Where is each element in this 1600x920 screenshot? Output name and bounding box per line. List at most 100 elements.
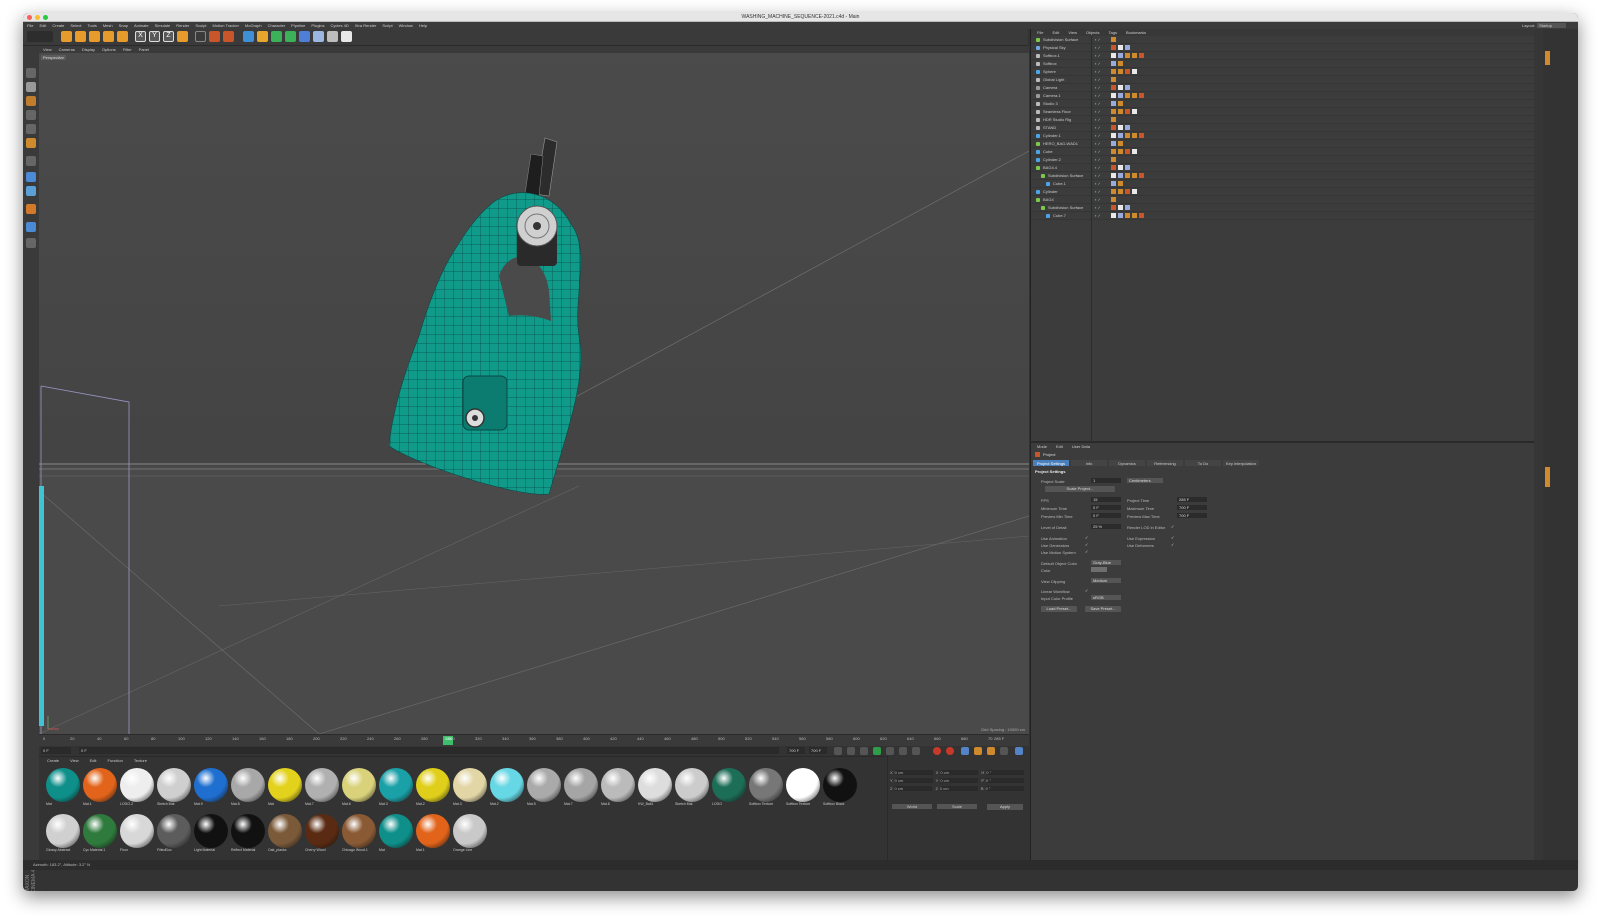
object-tag-icon[interactable]	[1118, 165, 1123, 170]
object-tag-icon[interactable]	[1125, 205, 1130, 210]
render-lod-checkbox[interactable]: ✓	[1171, 524, 1174, 529]
material-swatch[interactable]: LOGO	[711, 767, 747, 808]
object-tag-icon[interactable]	[1118, 85, 1123, 90]
lod-field[interactable]: 25 %	[1091, 524, 1121, 529]
coord-size-select[interactable]: Scale	[937, 804, 977, 810]
object-tag-icon[interactable]	[1111, 109, 1116, 114]
object-tag-icon[interactable]	[1125, 53, 1130, 58]
coord-field[interactable]: 0 cm	[939, 786, 978, 792]
visibility-flags-icon[interactable]: ▪ ✓	[1095, 37, 1101, 42]
object-tag-icon[interactable]	[1118, 205, 1123, 210]
object-tag-icon[interactable]	[1118, 149, 1123, 154]
objects-tab[interactable]	[1545, 51, 1550, 65]
object-tag-icon[interactable]	[1125, 173, 1130, 178]
coord-mode-select[interactable]: World	[892, 804, 932, 810]
material-menu-function[interactable]: Function	[108, 758, 123, 763]
next-key-icon[interactable]	[899, 747, 907, 755]
material-swatch[interactable]: Cyc Material.1	[82, 813, 118, 854]
material-menu-edit[interactable]: Edit	[90, 758, 97, 763]
material-swatch[interactable]: Mat	[45, 767, 81, 808]
material-swatch[interactable]: Chicago Wood.1	[341, 813, 377, 854]
object-tag-icon[interactable]	[1111, 197, 1116, 202]
solo-icon[interactable]	[26, 222, 36, 232]
object-tag-icon[interactable]	[1125, 149, 1130, 154]
object-tag-icon[interactable]	[1132, 69, 1137, 74]
object-row[interactable]: Camera ▪ ✓	[1031, 84, 1535, 92]
object-row[interactable]: Camera.1 ▪ ✓	[1031, 92, 1535, 100]
units-select[interactable]: Centimeters	[1127, 478, 1163, 483]
fps-field[interactable]: 15	[1091, 497, 1121, 502]
object-row[interactable]: Sphere ▪ ✓	[1031, 68, 1535, 76]
object-row[interactable]: Softbox.1 ▪ ✓	[1031, 52, 1535, 60]
object-tag-icon[interactable]	[1111, 77, 1116, 82]
material-swatch[interactable]: Mat.9	[193, 767, 229, 808]
object-row[interactable]: Cylinder.1 ▪ ✓	[1031, 132, 1535, 140]
material-swatch[interactable]: Softbox Texture	[785, 767, 821, 808]
coordinate-system-icon[interactable]	[177, 31, 188, 42]
end-frame-field[interactable]: 700 F	[787, 747, 805, 754]
next-frame-icon[interactable]	[886, 747, 894, 755]
object-tag-icon[interactable]	[1118, 213, 1123, 218]
object-menu-bookmarks[interactable]: Bookmarks	[1126, 30, 1146, 35]
object-tag-icon[interactable]	[1139, 93, 1144, 98]
menu-item-file[interactable]: File	[27, 23, 33, 28]
coord-field[interactable]: 0 °	[986, 770, 1025, 776]
object-tag-icon[interactable]	[1118, 125, 1123, 130]
polygons-mode-icon[interactable]	[26, 138, 36, 148]
3d-viewport[interactable]: View Cameras Display Options Filter Panel Per…	[39, 46, 1029, 734]
menu-item-script[interactable]: Script	[382, 23, 392, 28]
object-tag-icon[interactable]	[1111, 85, 1116, 90]
material-swatch[interactable]: Mat.1	[415, 813, 451, 854]
material-swatch[interactable]: Mat.7	[563, 767, 599, 808]
menu-item-create[interactable]: Create	[52, 23, 64, 28]
timeline-ruler[interactable]: 0 20 40 60 80 100 120 140 160 180 200 220 240 260 280 3…	[39, 734, 1029, 746]
object-tag-icon[interactable]	[1125, 213, 1130, 218]
material-swatch[interactable]: Reflect Material	[230, 813, 266, 854]
load-preset-button[interactable]: Load Preset...	[1041, 606, 1077, 612]
x-axis-lock[interactable]: X	[135, 31, 146, 42]
visibility-flags-icon[interactable]: ▪ ✓	[1095, 197, 1101, 202]
object-tag-icon[interactable]	[1111, 189, 1116, 194]
object-tag-icon[interactable]	[1125, 165, 1130, 170]
project-time-field[interactable]: 285 F	[1177, 497, 1207, 502]
object-tag-icon[interactable]	[1125, 133, 1130, 138]
object-row[interactable]: BAG4.4 ▪ ✓	[1031, 164, 1535, 172]
menu-item-edit[interactable]: Edit	[39, 23, 46, 28]
material-swatch[interactable]: Mat.8	[600, 767, 636, 808]
object-tag-icon[interactable]	[1125, 45, 1130, 50]
material-swatch[interactable]: Glossy Abstract	[45, 813, 81, 854]
viewport-menu-filter[interactable]: Filter	[123, 47, 132, 52]
lock-workplane-icon[interactable]	[26, 204, 36, 214]
workplane-icon[interactable]	[26, 186, 36, 196]
attribute-menu-mode[interactable]: Mode	[1037, 444, 1047, 449]
visibility-flags-icon[interactable]: ▪ ✓	[1095, 173, 1101, 178]
visibility-flags-icon[interactable]: ▪ ✓	[1095, 133, 1101, 138]
keyframe-selection-icon[interactable]	[961, 747, 969, 755]
object-tag-icon[interactable]	[1125, 93, 1130, 98]
object-tag-icon[interactable]	[1118, 141, 1123, 146]
object-tag-icon[interactable]	[1132, 189, 1137, 194]
cube-primitive-icon[interactable]	[243, 31, 254, 42]
layout-selector[interactable]: Layout: Startup	[1522, 23, 1566, 28]
array-generator-icon[interactable]	[285, 31, 296, 42]
undo-redo-icon[interactable]	[27, 31, 53, 42]
tab-project-settings[interactable]: Project Settings	[1033, 460, 1069, 466]
visibility-flags-icon[interactable]: ▪ ✓	[1095, 165, 1101, 170]
object-tag-icon[interactable]	[1132, 173, 1137, 178]
texture-mode-icon[interactable]	[26, 96, 36, 106]
material-swatch[interactable]: Sketch Mat	[674, 767, 710, 808]
object-tag-icon[interactable]	[1132, 109, 1137, 114]
material-swatch[interactable]: Light Material	[193, 813, 229, 854]
visibility-flags-icon[interactable]: ▪ ✓	[1095, 61, 1101, 66]
material-swatch[interactable]: Oak_planks	[267, 813, 303, 854]
material-swatch[interactable]: Mat.7	[304, 767, 340, 808]
object-row[interactable]: HDR Studio Rig ▪ ✓	[1031, 116, 1535, 124]
menu-item-xtra-render[interactable]: Xtra Render	[355, 23, 377, 28]
object-tag-icon[interactable]	[1132, 93, 1137, 98]
menu-item-animate[interactable]: Animate	[134, 23, 149, 28]
object-tag-icon[interactable]	[1111, 45, 1116, 50]
object-tag-icon[interactable]	[1125, 125, 1130, 130]
object-tag-icon[interactable]	[1132, 133, 1137, 138]
maximum-time-field[interactable]: 700 F	[1177, 505, 1207, 510]
menu-item-mesh[interactable]: Mesh	[103, 23, 113, 28]
